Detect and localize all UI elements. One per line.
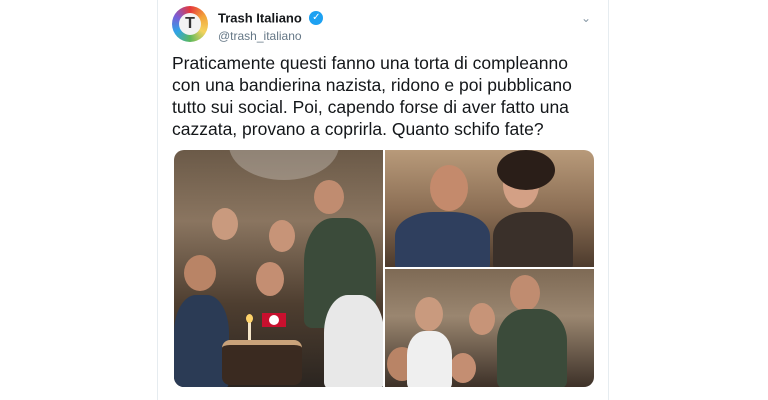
flag <box>262 313 286 327</box>
tweet-text: Praticamente questi fanno una torta di c… <box>172 53 572 139</box>
person-body <box>407 331 452 387</box>
person-body <box>395 212 490 267</box>
photo-3[interactable] <box>385 269 594 387</box>
person-body <box>493 212 573 267</box>
photo-2[interactable] <box>385 150 594 267</box>
person-face <box>430 165 468 211</box>
person-hair <box>497 150 555 190</box>
person-face <box>450 353 476 383</box>
avatar[interactable]: T <box>172 6 208 42</box>
candle-flame <box>246 314 253 323</box>
verified-badge-icon: ✓ <box>309 10 324 25</box>
person-face <box>256 262 284 296</box>
person-face <box>212 208 238 240</box>
tweet-header: T Trash Italiano ✓ @trash_italiano ⌄ <box>172 6 596 50</box>
birthday-cake <box>222 340 302 385</box>
account-info[interactable]: Trash Italiano ✓ @trash_italiano <box>218 9 324 43</box>
chevron-down-icon[interactable]: ⌄ <box>578 10 594 26</box>
display-name[interactable]: Trash Italiano <box>218 10 302 25</box>
person-face <box>314 180 344 214</box>
photo-1[interactable] <box>174 150 383 387</box>
candle <box>248 322 251 340</box>
account-handle[interactable]: @trash_italiano <box>218 29 323 43</box>
person-face <box>510 275 540 311</box>
person-face <box>269 220 295 252</box>
person-face <box>415 297 443 331</box>
person-body <box>324 295 383 387</box>
person-body <box>497 309 567 387</box>
light-fixture <box>229 150 339 180</box>
avatar-letter: T <box>179 13 201 35</box>
person-face <box>184 255 216 291</box>
person-face <box>469 303 495 335</box>
tweet-card: T Trash Italiano ✓ @trash_italiano ⌄ Pra… <box>157 0 609 400</box>
media-grid <box>174 150 594 387</box>
person-body <box>174 295 229 387</box>
